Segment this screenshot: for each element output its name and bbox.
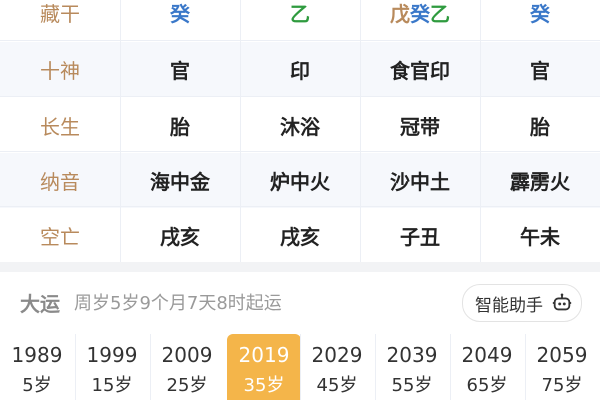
cell-text: 霹雳火 — [510, 170, 570, 194]
dayun-divider — [75, 334, 76, 400]
dayun-item[interactable]: 2039 55岁 — [375, 334, 449, 400]
cell-text: 胎 — [170, 115, 190, 139]
dayun-year: 2039 — [386, 343, 438, 367]
table-cell: 官 — [120, 55, 240, 84]
section-gap — [0, 262, 600, 272]
dayun-age: 55岁 — [391, 375, 433, 396]
cell-text: 子丑 — [400, 225, 440, 249]
cell-text: 戌亥 — [160, 225, 200, 249]
dayun-age: 25岁 — [166, 375, 208, 396]
dayun-year: 2049 — [461, 343, 513, 367]
table-row: 长生 胎 沐浴 冠带 胎 — [0, 98, 600, 153]
cell-text: 午未 — [520, 225, 560, 249]
dayun-item[interactable]: 1989 5岁 — [0, 334, 74, 400]
row-label: 长生 — [40, 115, 80, 139]
smart-assistant-button[interactable]: 智能助手 — [462, 284, 582, 322]
table-cell: 子丑 — [360, 221, 480, 250]
robot-icon — [552, 293, 572, 311]
cell-text: 官 — [170, 59, 190, 83]
cell-text: 食官印 — [390, 59, 450, 83]
cell-text: 炉中火 — [270, 170, 330, 194]
dayun-age: 75岁 — [541, 375, 583, 396]
cell-part: 戊 — [390, 2, 410, 26]
dayun-start-info: 周岁5岁9个月7天8时起运 — [74, 293, 282, 314]
table-cell: 午未 — [480, 221, 600, 250]
cell-text: 冠带 — [400, 115, 440, 139]
dayun-divider — [150, 334, 151, 400]
cell-text: 胎 — [530, 115, 550, 139]
table-row: 藏干癸乙戊癸乙癸 — [0, 0, 600, 40]
cell-text: 癸 — [530, 2, 550, 26]
table-cell: 霹雳火 — [480, 166, 600, 195]
table-cell: 海中金 — [120, 166, 240, 195]
row-label: 空亡 — [40, 225, 80, 249]
dayun-item[interactable]: 2019 35岁 — [227, 334, 301, 400]
dayun-years: 1989 5岁 1999 15岁 2009 25岁 2019 35岁 2029 45岁 2039 55… — [0, 334, 600, 400]
table-cell: 官 — [480, 55, 600, 84]
table-cell: 胎 — [120, 111, 240, 140]
dayun-year: 2059 — [536, 343, 588, 367]
table-cell: 戊癸乙 — [360, 0, 480, 27]
dayun-year: 2009 — [161, 343, 213, 367]
row-label: 藏干 — [40, 2, 80, 26]
row-divider — [0, 96, 600, 97]
pillar-detail-table: 藏干癸乙戊癸乙癸十神官印食官印官长生胎沐浴 冠带胎纳音 海中金 炉中火 沙中土 霹雳火 空亡… — [0, 0, 600, 262]
table-row: 空亡 戌亥 戌亥 子丑 午未 — [0, 208, 600, 263]
table-cell: 癸 — [480, 0, 600, 27]
table-cell: 印 — [240, 55, 360, 84]
dayun-year: 2019 — [238, 343, 290, 367]
dayun-divider — [525, 334, 526, 400]
table-cell: 癸 — [120, 0, 240, 27]
table-cell: 冠带 — [360, 111, 480, 140]
cell-text: 沐浴 — [280, 115, 320, 139]
row-divider — [0, 40, 600, 41]
dayun-year: 1999 — [86, 343, 138, 367]
smart-assistant-label: 智能助手 — [475, 295, 543, 316]
row-divider — [0, 151, 600, 152]
table-cell: 沙中土 — [360, 166, 480, 195]
cell-text: 戌亥 — [280, 225, 320, 249]
dayun-age: 35岁 — [243, 375, 285, 396]
cell-text: 海中金 — [150, 170, 210, 194]
cell-text: 癸 — [170, 2, 190, 26]
cell-text: 沙中土 — [390, 170, 450, 194]
dayun-item[interactable]: 1999 15岁 — [75, 334, 149, 400]
row-divider — [0, 206, 600, 207]
table-cell: 炉中火 — [240, 166, 360, 195]
dayun-divider — [450, 334, 451, 400]
table-cell: 戌亥 — [120, 221, 240, 250]
cell-part: 癸 — [410, 2, 430, 26]
table-cell: 食官印 — [360, 55, 480, 84]
row-label: 纳音 — [40, 170, 80, 194]
cell-text: 印 — [290, 59, 310, 83]
table-row: 纳音 海中金 炉中火 沙中土 霹雳火 — [0, 153, 600, 208]
dayun-title: 大运 — [20, 291, 60, 316]
table-cell: 戌亥 — [240, 221, 360, 250]
cell-part: 乙 — [430, 2, 450, 26]
dayun-age: 15岁 — [91, 375, 133, 396]
dayun-year: 2029 — [311, 343, 363, 367]
dayun-item[interactable]: 2059 75岁 — [525, 334, 599, 400]
dayun-divider — [300, 334, 301, 400]
dayun-item[interactable]: 2049 65岁 — [450, 334, 524, 400]
table-row: 十神 官 印 食官印 官 — [0, 42, 600, 97]
row-label: 十神 — [40, 59, 80, 83]
cell-text: 官 — [530, 59, 550, 83]
table-cell: 胎 — [480, 111, 600, 140]
dayun-year: 1989 — [11, 343, 63, 367]
dayun-item[interactable]: 2029 45岁 — [300, 334, 374, 400]
table-cell: 沐浴 — [240, 111, 360, 140]
dayun-age: 45岁 — [316, 375, 358, 396]
dayun-divider — [375, 334, 376, 400]
cell-text: 乙 — [290, 2, 310, 26]
dayun-header: 大运 周岁5岁9个月7天8时起运 智能助手 — [0, 272, 600, 332]
dayun-item[interactable]: 2009 25岁 — [150, 334, 224, 400]
table-cell: 乙 — [240, 0, 360, 27]
dayun-age: 5岁 — [22, 375, 52, 396]
dayun-age: 65岁 — [466, 375, 508, 396]
